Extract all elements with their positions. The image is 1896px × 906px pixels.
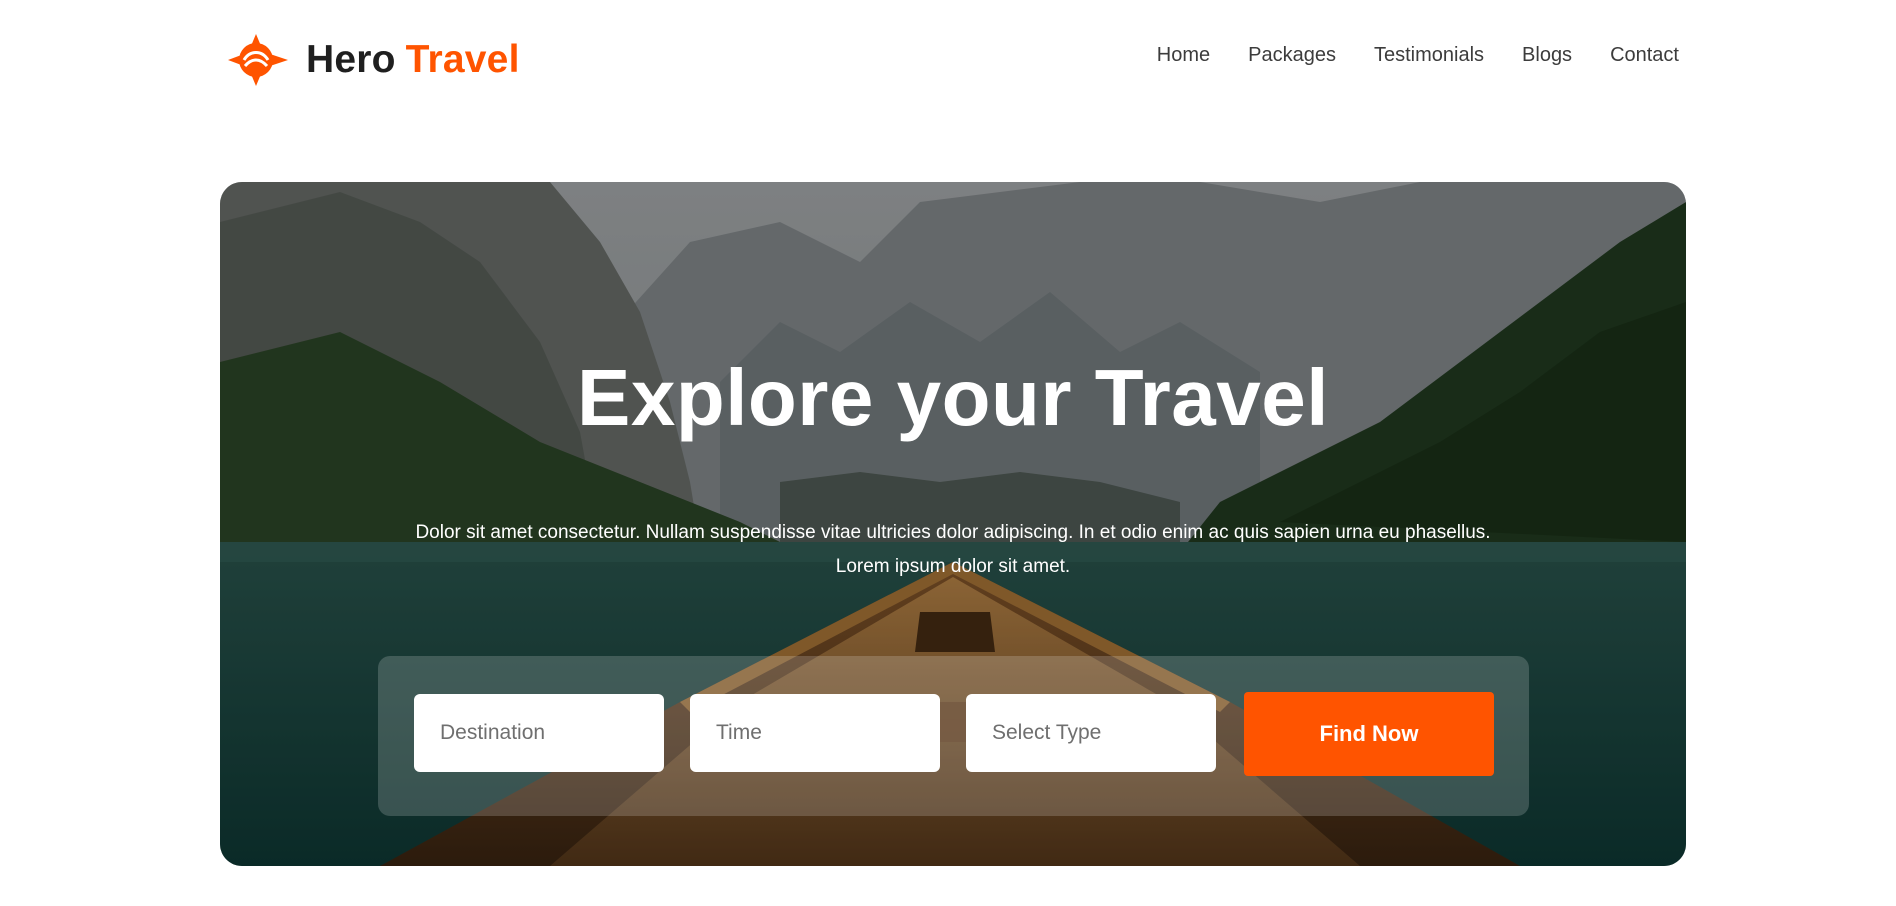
select-type-input[interactable]	[966, 694, 1216, 772]
nav-home[interactable]: Home	[1157, 44, 1210, 67]
brand-name-part1: Hero	[306, 38, 396, 81]
find-now-button[interactable]: Find Now	[1244, 692, 1494, 776]
nav-contact[interactable]: Contact	[1610, 44, 1679, 67]
hero-title: Explore your Travel	[576, 353, 1330, 442]
brand-name: Hero Travel	[306, 38, 520, 82]
brand-name-part2: Travel	[405, 38, 520, 81]
hero-section: Explore your Travel Dolor sit amet conse…	[220, 182, 1686, 866]
nav-packages[interactable]: Packages	[1248, 44, 1336, 67]
hero-description: Dolor sit amet consectetur. Nullam suspe…	[415, 522, 1491, 577]
search-panel: Find Now	[378, 656, 1529, 816]
logo[interactable]: Hero Travel	[226, 32, 520, 88]
time-input[interactable]	[690, 694, 940, 772]
site-header: Hero Travel Home Packages Testimonials Bl…	[0, 0, 1896, 120]
compass-crosshair-icon	[228, 34, 288, 86]
destination-input[interactable]	[414, 694, 664, 772]
nav-testimonials[interactable]: Testimonials	[1374, 44, 1484, 67]
main-nav: Home Packages Testimonials Blogs Contact	[1157, 44, 1679, 67]
nav-blogs[interactable]: Blogs	[1522, 44, 1572, 67]
